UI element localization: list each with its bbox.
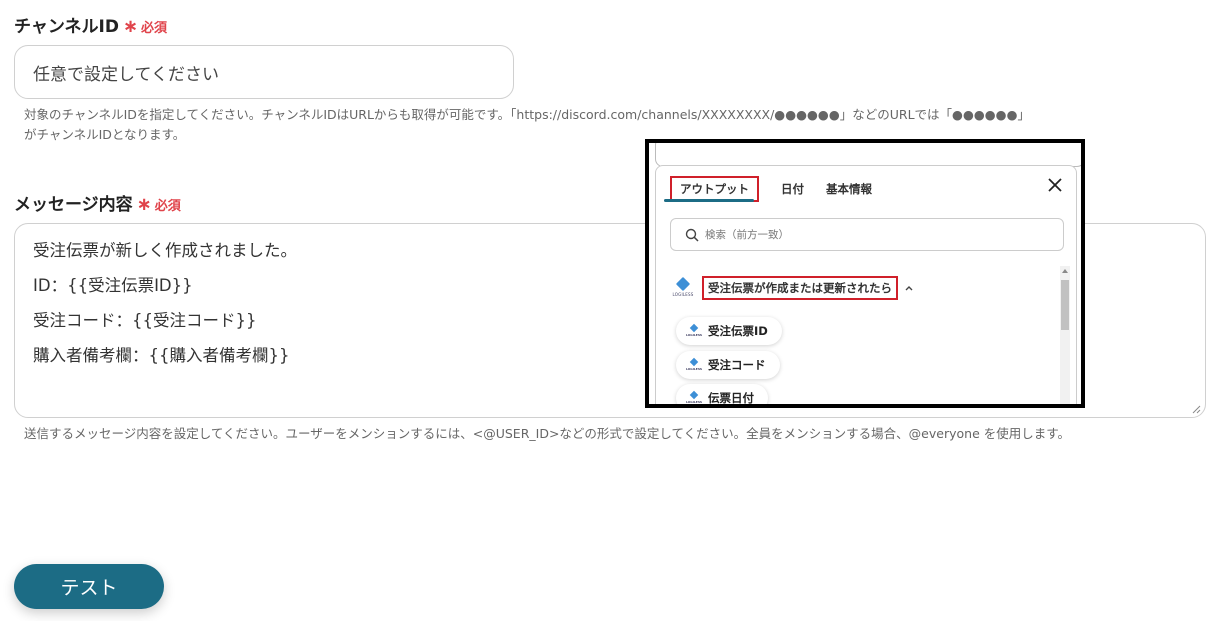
resize-handle-icon[interactable]	[1191, 404, 1201, 414]
previous-field-edge	[655, 143, 1081, 167]
test-button[interactable]: テスト	[14, 564, 164, 609]
chevron-up-icon[interactable]	[904, 283, 914, 293]
logiless-logo: LOGILESS	[670, 276, 696, 297]
scroll-up-arrow-icon[interactable]	[1062, 269, 1068, 273]
logiless-mini-logo: LOGILESS	[686, 357, 702, 371]
output-section-header[interactable]: LOGILESS 受注伝票が作成または更新されたら	[670, 276, 914, 300]
logiless-mark-icon	[689, 323, 699, 333]
output-picker-inset: アウトプット 日付 基本情報 検索（前方一致） LOGILESS 受注伝票が作成…	[645, 139, 1085, 408]
section-title: 受注伝票が作成または更新されたら	[702, 276, 898, 300]
tab-date[interactable]: 日付	[781, 181, 804, 197]
required-star: ∗	[122, 16, 139, 37]
scroll-thumb[interactable]	[1061, 280, 1069, 330]
close-icon[interactable]	[1044, 174, 1066, 196]
required-star: ∗	[136, 194, 152, 215]
search-icon	[685, 228, 699, 242]
tab-basic-info[interactable]: 基本情報	[826, 181, 872, 197]
logiless-mini-logo: LOGILESS	[686, 390, 702, 404]
picker-scrollbar[interactable]	[1060, 266, 1070, 404]
output-chip-order-id[interactable]: LOGILESS 受注伝票ID	[676, 317, 782, 345]
picker-search-input[interactable]: 検索（前方一致）	[670, 218, 1064, 251]
logiless-mark-icon	[689, 390, 699, 400]
logiless-mark-icon	[675, 276, 691, 292]
required-badge: ∗ 必須	[122, 16, 168, 37]
channel-id-label: チャンネルID ∗ 必須	[14, 16, 168, 37]
output-picker-panel: アウトプット 日付 基本情報 検索（前方一致） LOGILESS 受注伝票が作成…	[655, 165, 1077, 404]
channel-id-placeholder: 任意で設定してください	[33, 64, 219, 85]
logiless-mini-logo: LOGILESS	[686, 323, 702, 337]
output-chip-slip-date[interactable]: LOGILESS 伝票日付	[676, 384, 768, 404]
output-chip-order-code[interactable]: LOGILESS 受注コード	[676, 351, 780, 379]
active-tab-indicator	[664, 199, 754, 202]
channel-id-input[interactable]: 任意で設定してください	[14, 45, 514, 99]
required-badge: ∗ 必須	[136, 194, 181, 215]
message-help: 送信するメッセージ内容を設定してください。ユーザーをメンションするには、<@US…	[24, 426, 1070, 441]
message-label: メッセージ内容 ∗ 必須	[14, 194, 181, 215]
logiless-mark-icon	[689, 357, 699, 367]
